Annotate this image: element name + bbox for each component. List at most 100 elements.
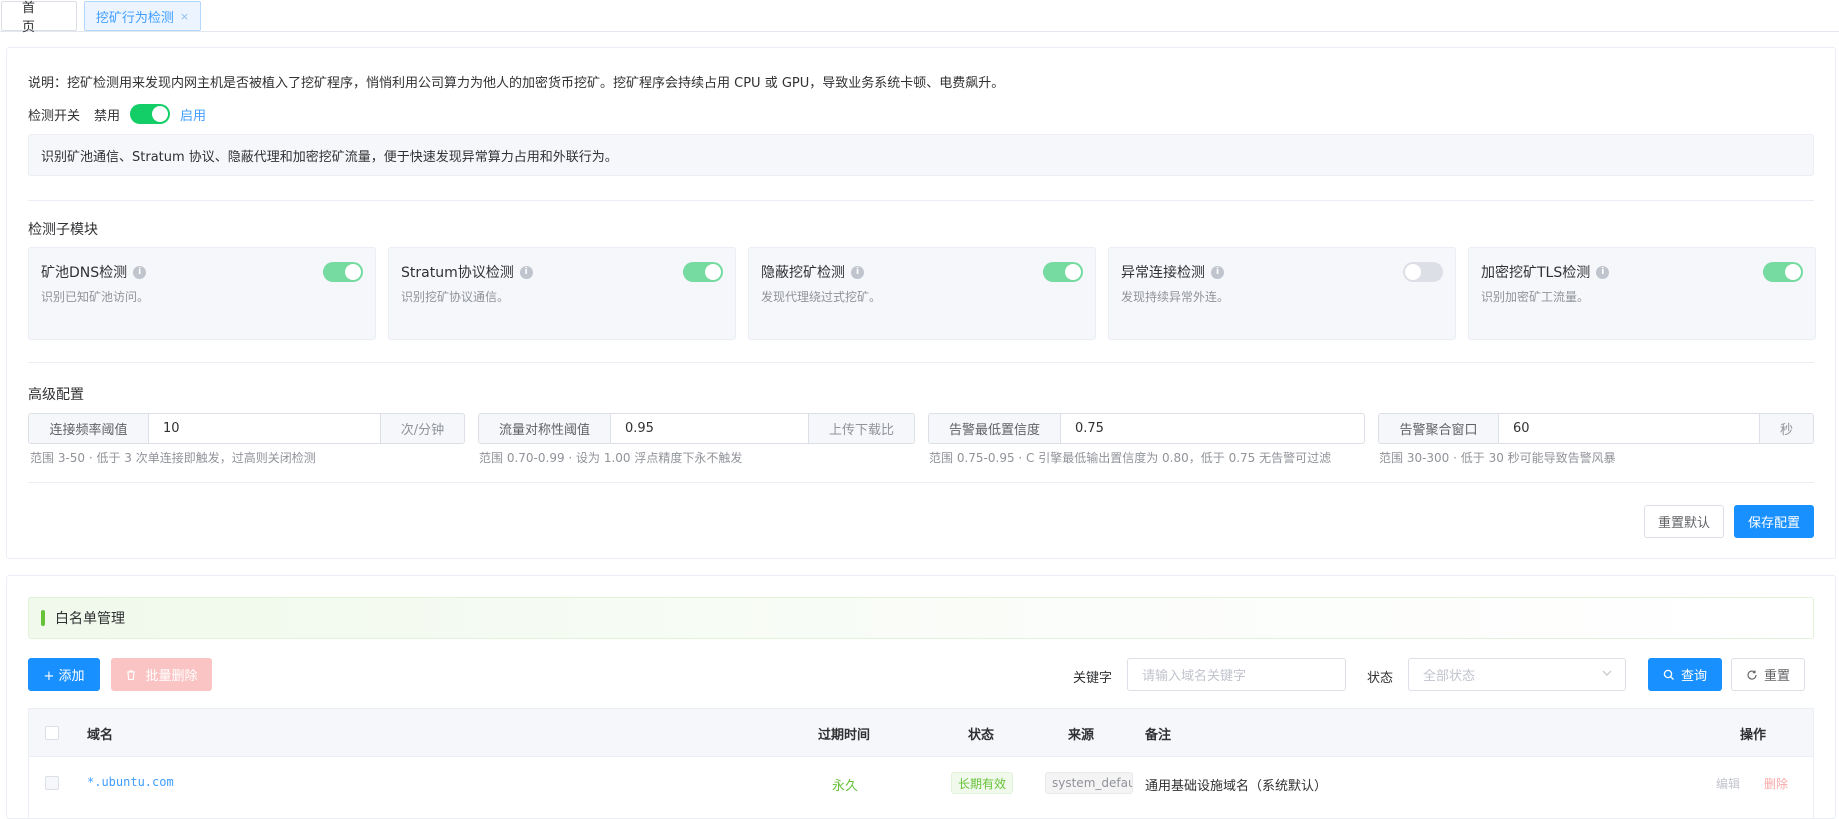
module-desc: 发现代理绕过式挖矿。 [761, 290, 882, 304]
module-card-stratum: Stratum协议检测 i 识别挖矿协议通信。 [388, 247, 736, 340]
tab-home-label: 首页 [22, 1, 56, 35]
info-icon[interactable]: i [1211, 265, 1224, 279]
switch-on-label[interactable]: 启用 [180, 105, 206, 124]
tab-mining-detection[interactable]: 挖矿行为检测 × [84, 1, 201, 31]
module-card-stealth: 隐蔽挖矿检测 i 发现代理绕过式挖矿。 [748, 247, 1096, 340]
tabs-bar: 首页 挖矿行为检测 × [0, 0, 1839, 35]
config-label: 连接频率阈值 [29, 414, 149, 443]
config-hint: 范围 30-300 · 低于 30 秒可能导致告警风暴 [1379, 451, 1616, 465]
divider [28, 200, 1814, 201]
module-name: 矿池DNS检测 [41, 265, 128, 281]
whitelist-title: 白名单管理 [55, 611, 125, 627]
status-badge: 长期有效 [951, 772, 1014, 794]
conn-frequency-input[interactable]: 10 [149, 414, 380, 443]
module-toggle-dns[interactable] [323, 262, 363, 282]
module-desc: 识别已知矿池访问。 [41, 290, 150, 304]
divider [28, 482, 1814, 483]
module-desc: 识别加密矿工流量。 [1481, 290, 1590, 304]
reset-button[interactable]: 重置 [1731, 658, 1805, 691]
chevron-down-icon [1601, 667, 1613, 682]
info-box: 识别矿池通信、Stratum 协议、隐蔽代理和加密挖矿流量，便于快速发现异常算力… [28, 134, 1814, 176]
delete-link[interactable]: 删除 [1764, 775, 1788, 792]
info-icon[interactable]: i [519, 265, 533, 279]
module-toggle-tls[interactable] [1763, 262, 1803, 282]
module-toggle-abnormal[interactable] [1403, 262, 1443, 282]
traffic-symmetry-input[interactable]: 0.95 [611, 414, 808, 443]
row-domain: *.ubuntu.com [87, 775, 174, 789]
section-accent-bar [41, 610, 45, 626]
module-toggle-stealth[interactable] [1043, 262, 1083, 282]
config-label: 告警聚合窗口 [1379, 414, 1499, 443]
column-expire[interactable]: 过期时间 [818, 724, 870, 743]
tab-home[interactable]: 首页 [1, 1, 77, 35]
modules-title: 检测子模块 [28, 222, 98, 238]
detect-toggle[interactable] [130, 104, 171, 124]
trash-icon [127, 669, 136, 680]
batch-delete-button[interactable]: 批量删除 [111, 658, 212, 691]
config-suffix: 上传下载比 [808, 414, 914, 443]
module-name: Stratum协议检测 [401, 265, 514, 281]
status-placeholder: 全部状态 [1423, 669, 1476, 684]
table-row: *.ubuntu.com 永久 长期有效 system_default 通用基础… [29, 758, 1813, 810]
config-suffix: 秒 [1759, 414, 1813, 443]
column-domain: 域名 [87, 728, 114, 743]
module-card-dns: 矿池DNS检测 i 识别已知矿池访问。 [28, 247, 376, 340]
save-config-button[interactable]: 保存配置 [1734, 505, 1814, 538]
detect-switch-row: 检测开关 禁用 启用 [28, 103, 206, 125]
tab-active-label: 挖矿行为检测 [95, 10, 174, 26]
config-label: 流量对称性阈值 [479, 414, 611, 443]
info-icon[interactable]: i [1596, 265, 1610, 279]
module-toggle-stratum[interactable] [683, 262, 723, 282]
module-name: 隐蔽挖矿检测 [761, 265, 845, 281]
divider [28, 362, 1814, 363]
module-card-abnormal: 异常连接检测 i 发现持续异常外连。 [1108, 247, 1456, 340]
keyword-input[interactable]: 请输入域名关键字 [1127, 658, 1346, 691]
min-confidence-input[interactable]: 0.75 [1061, 414, 1364, 443]
batch-delete-label: 批量删除 [145, 669, 198, 684]
column-action: 操作 [1740, 728, 1767, 743]
row-checkbox[interactable] [45, 776, 59, 790]
config-label: 告警最低置信度 [929, 414, 1061, 443]
column-remark: 备注 [1145, 728, 1172, 743]
config-traffic-symmetry: 流量对称性阈值 0.95 上传下载比 [478, 413, 915, 444]
switch-off-label[interactable]: 禁用 [94, 105, 120, 124]
column-source: 来源 [1068, 728, 1095, 743]
advanced-title: 高级配置 [28, 387, 84, 403]
query-label: 查询 [1680, 669, 1707, 684]
info-text: 识别矿池通信、Stratum 协议、隐蔽代理和加密挖矿流量，便于快速发现异常算力… [41, 149, 618, 165]
module-desc: 识别挖矿协议通信。 [401, 290, 510, 304]
config-hint: 范围 0.75-0.95 · C 引擎最低输出置信度为 0.80，低于 0.75… [929, 451, 1332, 465]
status-select[interactable]: 全部状态 [1408, 658, 1626, 691]
add-button[interactable]: + 添加 [28, 658, 100, 691]
whitelist-table: 域名 过期时间 状态 来源 备注 操作 *.ubuntu.com 永久 长期有效… [28, 708, 1814, 819]
module-name: 异常连接检测 [1121, 265, 1205, 281]
status-label: 状态 [1367, 671, 1394, 686]
row-expire: 永久 [832, 779, 859, 794]
config-min-confidence: 告警最低置信度 0.75 [928, 413, 1365, 444]
info-icon[interactable]: i [851, 265, 864, 279]
row-remark: 通用基础设施域名（系统默认） [1145, 779, 1328, 794]
info-icon[interactable]: i [133, 265, 147, 279]
edit-link[interactable]: 编辑 [1716, 775, 1740, 792]
refresh-icon [1747, 670, 1757, 680]
query-button[interactable]: 查询 [1648, 658, 1722, 691]
config-aggregation-window: 告警聚合窗口 60 秒 [1378, 413, 1814, 444]
module-card-tls: 加密挖矿TLS检测 i 识别加密矿工流量。 [1468, 247, 1816, 340]
aggregation-window-input[interactable]: 60 [1499, 414, 1759, 443]
description-text: 说明：挖矿检测用来发现内网主机是否被植入了挖矿程序，悄悄利用公司算力为他人的加密… [28, 76, 1005, 91]
source-badge: system_default [1045, 772, 1133, 794]
reset-label: 重置 [1763, 669, 1790, 684]
close-icon[interactable]: × [180, 10, 189, 23]
whitelist-header: 白名单管理 [28, 597, 1814, 639]
reset-default-button[interactable]: 重置默认 [1644, 505, 1724, 538]
column-status: 状态 [968, 728, 995, 743]
keyword-label: 关键字 [1073, 671, 1113, 686]
select-all-checkbox[interactable] [45, 726, 59, 740]
search-icon [1663, 669, 1674, 680]
config-hint: 范围 3-50 · 低于 3 次单连接即触发，过高则关闭检测 [30, 451, 316, 465]
module-desc: 发现持续异常外连。 [1121, 290, 1230, 304]
keyword-placeholder: 请输入域名关键字 [1142, 669, 1247, 684]
config-hint: 范围 0.70-0.99 · 设为 1.00 浮点精度下永不触发 [479, 451, 743, 465]
config-conn-frequency: 连接频率阈值 10 次/分钟 [28, 413, 465, 444]
detect-switch-label: 检测开关 [28, 108, 81, 124]
